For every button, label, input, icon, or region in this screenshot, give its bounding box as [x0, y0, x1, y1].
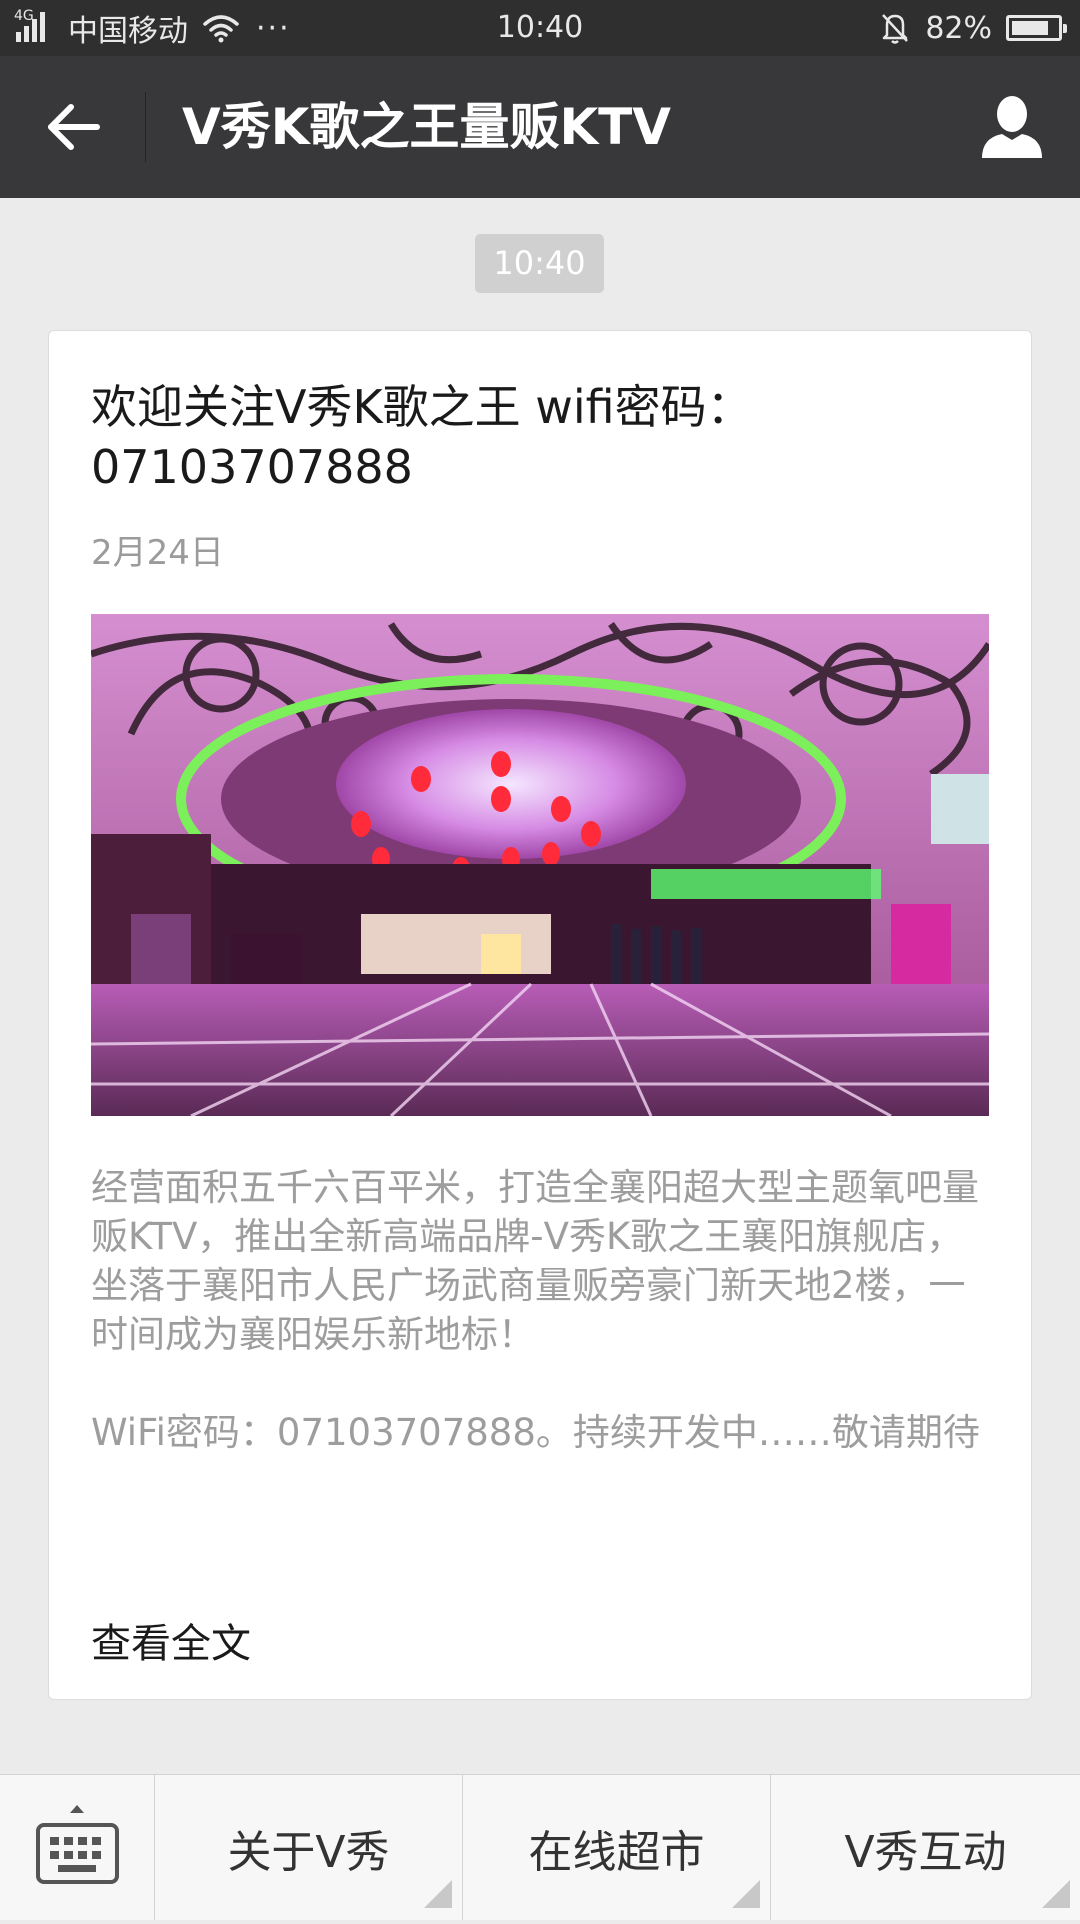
- article-date: 2月24日: [91, 533, 224, 573]
- title-divider: [145, 92, 146, 162]
- submenu-triangle-icon: [732, 1880, 760, 1908]
- message-timestamp: 10:40: [475, 234, 604, 293]
- arrow-left-icon: [48, 104, 100, 150]
- menu-item-about[interactable]: 关于V秀: [155, 1775, 463, 1920]
- bell-off-icon: [882, 14, 909, 44]
- battery-icon: [1006, 15, 1067, 41]
- menu-item-interaction[interactable]: V秀互动: [771, 1775, 1080, 1920]
- submenu-triangle-icon: [424, 1880, 452, 1908]
- bottom-menu: 关于V秀 在线超市 V秀互动: [0, 1774, 1080, 1920]
- page-title: V秀K歌之王量贩KTV: [182, 98, 671, 156]
- title-bar: V秀K歌之王量贩KTV: [0, 56, 1080, 198]
- profile-button[interactable]: [974, 94, 1050, 160]
- summary-paragraph: WiFi密码：07103707888。持续开发中……敬请期待: [91, 1411, 980, 1454]
- person-icon: [982, 96, 1042, 158]
- menu-item-label: V秀互动: [844, 1826, 1007, 1878]
- ktv-lobby-photo: [91, 614, 989, 1116]
- read-full-article-link[interactable]: 查看全文: [91, 1611, 251, 1669]
- back-button[interactable]: [30, 92, 116, 162]
- menu-item-online-store[interactable]: 在线超市: [463, 1775, 771, 1920]
- menu-item-label: 在线超市: [528, 1826, 705, 1878]
- keyboard-icon: [36, 1805, 119, 1884]
- article-summary: 经营面积五千六百平米，打造全襄阳超大型主题氧吧量贩KTV，推出全新高端品牌-V秀…: [91, 1163, 997, 1506]
- keyboard-toggle-button[interactable]: [0, 1775, 155, 1920]
- battery-percent: 82%: [925, 10, 992, 46]
- article-cover-image: [91, 614, 989, 1116]
- article-card[interactable]: 欢迎关注V秀K歌之王 wifi密码：07103707888 2月24日 经营面积…: [48, 330, 1032, 1700]
- summary-paragraph: 经营面积五千六百平米，打造全襄阳超大型主题氧吧量贩KTV，推出全新高端品牌-V秀…: [91, 1166, 979, 1356]
- status-bar: 4G 中国移动 ··· 10:40 82%: [0, 0, 1080, 56]
- menu-item-label: 关于V秀: [227, 1826, 390, 1878]
- submenu-triangle-icon: [1042, 1880, 1070, 1908]
- status-right: 82%: [879, 8, 1067, 48]
- article-title: 欢迎关注V秀K歌之王 wifi密码：07103707888: [91, 380, 753, 494]
- battery-level: [1012, 21, 1049, 35]
